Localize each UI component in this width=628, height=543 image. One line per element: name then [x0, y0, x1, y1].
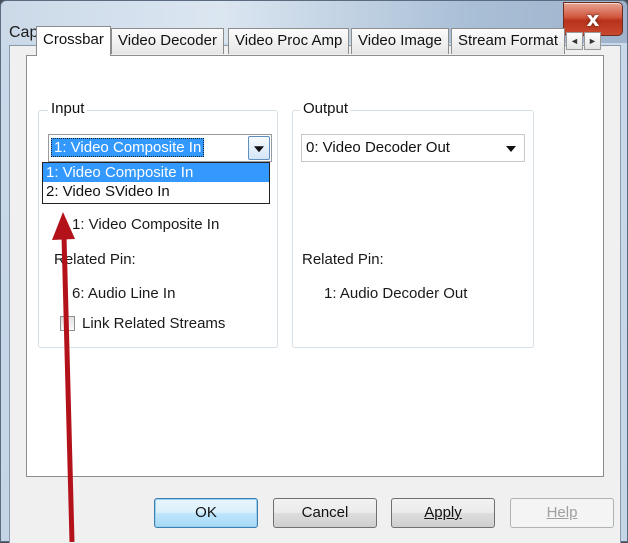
input-combobox-button[interactable] — [248, 136, 270, 160]
close-icon: x — [586, 7, 600, 31]
help-button-label: Help — [546, 504, 578, 521]
input-combobox-value: 1: Video Composite In — [51, 138, 205, 157]
apply-button[interactable]: Apply — [391, 498, 495, 528]
tab-video-image[interactable]: Video Image — [351, 28, 449, 54]
output-related-pin-label: Related Pin: — [302, 251, 384, 268]
dropdown-option-video-svideo[interactable]: 2: Video SVideo In — [43, 182, 269, 201]
tab-scroll-right-button[interactable]: ► — [584, 32, 601, 50]
cancel-button[interactable]: Cancel — [273, 498, 377, 528]
input-current-pin: 1: Video Composite In — [72, 216, 220, 233]
chevron-down-icon[interactable] — [506, 146, 516, 152]
link-related-streams-label[interactable]: Link Related Streams — [82, 315, 225, 332]
input-combobox[interactable]: 1: Video Composite In — [48, 134, 272, 162]
ok-button[interactable]: OK — [154, 498, 258, 528]
tab-scroll-left-button[interactable]: ◄ — [566, 32, 583, 50]
output-combobox-value: 0: Video Decoder Out — [306, 139, 450, 156]
tab-video-proc-amp[interactable]: Video Proc Amp — [228, 28, 350, 54]
input-group-label: Input — [48, 100, 88, 117]
arrow-right-icon: ► — [588, 36, 597, 46]
link-related-streams-checkbox[interactable] — [60, 316, 75, 331]
input-related-pin-label: Related Pin: — [54, 251, 136, 268]
dropdown-option-video-composite[interactable]: 1: Video Composite In — [43, 163, 269, 182]
tab-crossbar[interactable]: Crossbar — [36, 26, 111, 56]
output-combobox[interactable]: 0: Video Decoder Out — [301, 134, 525, 162]
help-button: Help — [510, 498, 614, 528]
tab-video-decoder[interactable]: Video Decoder — [111, 28, 224, 54]
arrow-left-icon: ◄ — [570, 36, 579, 46]
tab-stream-format[interactable]: Stream Format — [451, 28, 566, 54]
output-related-pin-value: 1: Audio Decoder Out — [324, 285, 468, 302]
output-group-label: Output — [300, 100, 352, 117]
apply-button-label: Apply — [424, 504, 462, 521]
input-dropdown-list[interactable]: 1: Video Composite In 2: Video SVideo In — [42, 162, 270, 204]
input-related-pin-value: 6: Audio Line In — [72, 285, 176, 302]
chevron-down-icon — [254, 146, 264, 153]
close-button[interactable]: x — [563, 2, 623, 36]
